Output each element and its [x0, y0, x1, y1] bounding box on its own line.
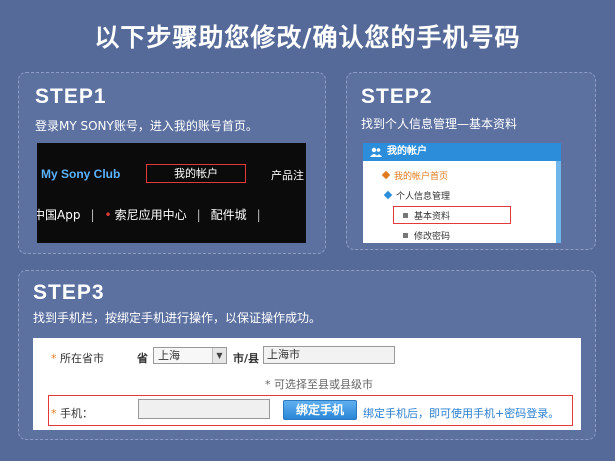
bind-phone-tip: 绑定手机后，即可使用手机+密码登录。 [363, 407, 560, 420]
menu-edge [556, 161, 561, 243]
city-label: 市/县 [233, 352, 260, 365]
step3-screenshot: * 所在省市 省 上海 ▼ 市/县 上海市 * 可选择至县或县级市 * 手机： … [33, 338, 581, 430]
personal-info-item[interactable]: 个人信息管理 [383, 189, 451, 202]
red-dot-icon: • [104, 208, 112, 222]
bind-phone-button[interactable]: 绑定手机 [283, 400, 357, 420]
location-hint: * 可选择至县或县级市 [265, 378, 373, 391]
users-icon [370, 147, 382, 157]
change-password-label: 修改密码 [414, 232, 451, 242]
step2-screenshot: 我的帐户 我的帐户首页 个人信息管理 基本资料 修改密码 [363, 143, 561, 243]
nav-divider: | [196, 208, 201, 222]
change-password-item[interactable]: 修改密码 [403, 229, 450, 242]
chevron-down-icon[interactable]: ▼ [212, 348, 226, 363]
nav-divider: | [90, 208, 95, 222]
step2-heading: STEP2 [361, 85, 433, 108]
step1-panel: STEP1 登录MY SONY账号，进入我的账号首页。 My Sony Club… [18, 72, 326, 254]
step3-panel: STEP3 找到手机栏，按绑定手机进行操作，以保证操作成功。 * 所在省市 省 … [18, 270, 596, 440]
sony-app-center-link[interactable]: 索尼应用中心 [115, 206, 187, 223]
province-label: 省 [137, 352, 148, 365]
step2-panel: STEP2 找到个人信息管理—基本资料 我的帐户 我的帐户首页 个人信息管理 基… [346, 72, 596, 250]
nav-divider: | [256, 208, 261, 222]
province-value: 上海 [158, 349, 180, 362]
bullet-icon [403, 233, 408, 238]
my-account-link[interactable]: 我的帐户 [146, 164, 246, 183]
account-home-item[interactable]: 我的帐户首页 [381, 169, 449, 182]
personal-info-label: 个人信息管理 [396, 192, 451, 202]
phone-input[interactable] [138, 399, 270, 419]
page-title: 以下步骤助您修改/确认您的手机号码 [94, 23, 521, 52]
china-app-link[interactable]: 中国App [37, 206, 80, 223]
account-menu-title: 我的帐户 [387, 146, 427, 157]
diamond-icon [383, 190, 393, 200]
province-select[interactable]: 上海 ▼ [153, 347, 227, 364]
location-label: * 所在省市 [51, 352, 104, 365]
city-input[interactable]: 上海市 [263, 346, 395, 364]
secondary-nav: 中国App | • 索尼应用中心 | 配件城 | [37, 206, 271, 223]
step3-description: 找到手机栏，按绑定手机进行操作，以保证操作成功。 [33, 311, 322, 325]
step1-description: 登录MY SONY账号，进入我的账号首页。 [35, 119, 258, 133]
step1-heading: STEP1 [35, 85, 107, 108]
basic-info-label: 基本资料 [414, 212, 451, 222]
my-sony-club-logo[interactable]: My Sony Club [41, 167, 120, 181]
account-home-label: 我的帐户首页 [394, 172, 449, 182]
phone-label: * 手机： [51, 407, 93, 420]
bullet-icon [403, 213, 408, 218]
step2-description: 找到个人信息管理—基本资料 [361, 117, 518, 131]
account-menu-header: 我的帐户 [363, 143, 561, 161]
basic-info-item[interactable]: 基本资料 [403, 209, 450, 222]
products-link[interactable]: 产品注 [271, 167, 304, 183]
step3-heading: STEP3 [33, 281, 105, 304]
step1-screenshot: My Sony Club 我的帐户 产品注 中国App | • 索尼应用中心 | 配件城 | [37, 143, 306, 243]
accessory-store-link[interactable]: 配件城 [211, 206, 247, 223]
diamond-icon [381, 170, 391, 180]
